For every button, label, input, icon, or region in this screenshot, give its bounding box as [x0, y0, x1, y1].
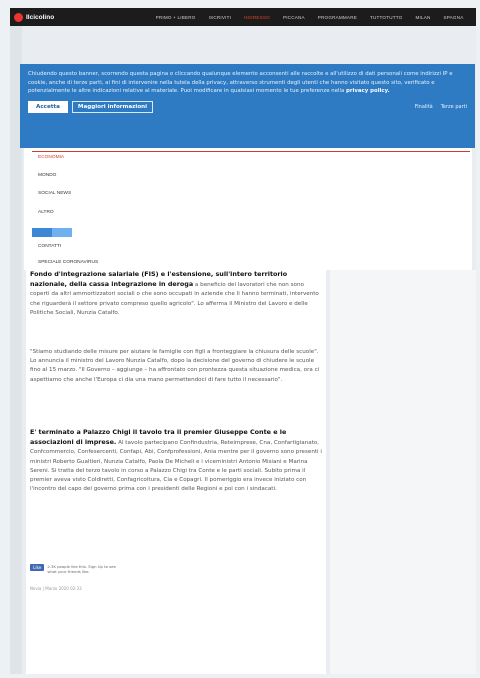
- purposes-link[interactable]: Finalità: [415, 104, 433, 110]
- top-navigation: Ilcicolino PRIMO + LIBERO ISCRIVITI INGR…: [10, 8, 476, 26]
- nav-link[interactable]: MILAN: [409, 15, 437, 20]
- article-paragraph-2: "Stiamo studiando delle misure per aiuta…: [30, 349, 320, 383]
- nav-link[interactable]: ISCRIVITI: [202, 15, 237, 20]
- nav-links: PRIMO + LIBERO ISCRIVITI INGRESSO PICCAN…: [149, 15, 470, 20]
- article-paragraph-1: Fondo d'integrazione salariale (FIS) e l…: [30, 270, 322, 318]
- site-logo[interactable]: Ilcicolino: [14, 12, 55, 22]
- article-paragraph-3: E' terminato a Palazzo Chigi il tavolo t…: [30, 428, 322, 494]
- right-sidebar: [330, 270, 476, 674]
- article-meta: Nevia | Marzo 2020 02:33: [30, 586, 82, 591]
- nav-link[interactable]: TUTTOTUTTO: [363, 15, 408, 20]
- paragraph-3-text: Al tavolo partecipano Confindustria, Ret…: [30, 440, 322, 493]
- banner-placeholder: [32, 228, 72, 237]
- logo-text: Ilcicolino: [26, 13, 55, 21]
- cookie-text: Chiudendo questo banner, scorrendo quest…: [28, 70, 467, 96]
- article-body: Fondo d'integrazione salariale (FIS) e l…: [26, 270, 326, 674]
- category-menu: POLITICA ECONOMIA MONDO SOCIAL NEWS ALTR…: [24, 140, 472, 270]
- menu-item-mondo[interactable]: MONDO: [38, 173, 56, 178]
- accept-button[interactable]: Accetta: [28, 100, 68, 113]
- menu-item-altro[interactable]: ALTRO: [38, 210, 54, 215]
- facebook-like-text: 2.3K people like this. Sign Up to see wh…: [47, 564, 116, 574]
- menu-divider: [32, 151, 470, 152]
- menu-item-speciale-coronavirus[interactable]: SPECIALE CORONAVIRUS: [38, 260, 98, 265]
- third-parties-link[interactable]: Terze parti: [441, 104, 467, 110]
- cookie-links: Finalità Terze parti: [415, 104, 467, 110]
- more-info-button[interactable]: Maggiori informazioni: [71, 100, 154, 113]
- nav-link[interactable]: SPAGNA: [437, 15, 470, 20]
- nav-link[interactable]: PICCANA: [276, 15, 311, 20]
- nav-link-active[interactable]: INGRESSO: [238, 15, 277, 20]
- menu-item-economia[interactable]: ECONOMIA: [38, 155, 64, 160]
- cookie-banner: Chiudendo questo banner, scorrendo quest…: [20, 64, 475, 148]
- menu-item-social-news[interactable]: SOCIAL NEWS: [38, 191, 71, 196]
- privacy-policy-link[interactable]: privacy policy.: [346, 88, 390, 94]
- menu-item-contatti[interactable]: CONTATTI: [38, 244, 61, 249]
- nav-link[interactable]: PROGRAMMARE: [311, 15, 363, 20]
- facebook-like-button[interactable]: Like: [30, 564, 45, 571]
- logo-icon: [14, 12, 23, 22]
- facebook-like-box: Like 2.3K people like this. Sign Up to s…: [30, 564, 117, 574]
- nav-link[interactable]: PRIMO + LIBERO: [149, 15, 202, 20]
- cookie-actions: Accetta Maggiori informazioni Finalità T…: [28, 100, 467, 113]
